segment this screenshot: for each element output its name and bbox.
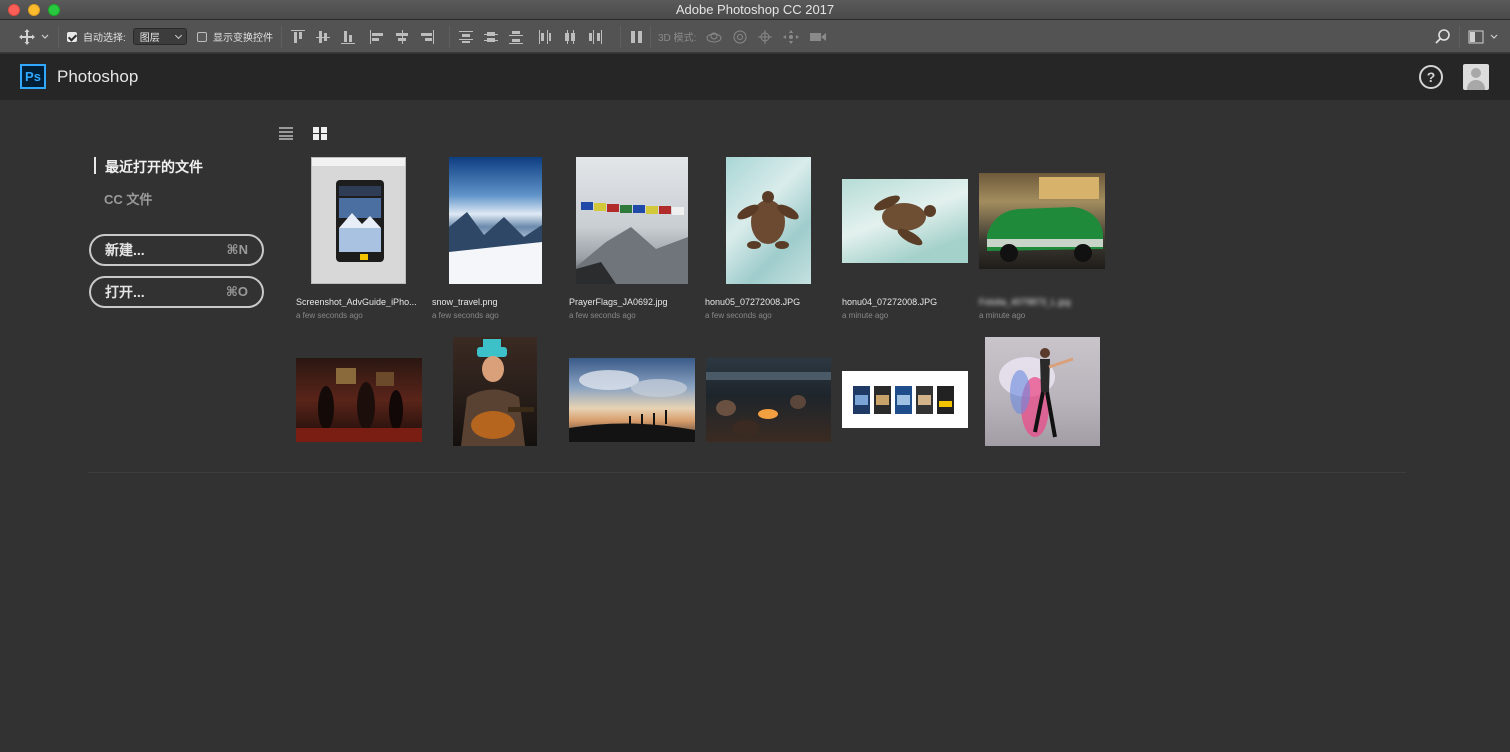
- search-icon[interactable]: [1434, 28, 1451, 45]
- auto-select-value: 图层: [139, 33, 160, 44]
- open-file-label: 打开...: [105, 284, 145, 300]
- chevron-down-icon[interactable]: [1489, 32, 1499, 42]
- recent-file-thumbnail[interactable]: [449, 157, 542, 284]
- recent-file-time: a few seconds ago: [705, 311, 772, 320]
- help-icon[interactable]: ?: [1419, 65, 1443, 89]
- chevron-down-icon: [41, 34, 49, 39]
- recent-file-name[interactable]: Fotolia_4079873_L.jpg: [979, 297, 1105, 307]
- recent-file-time: a few seconds ago: [432, 311, 499, 320]
- workspace-icon[interactable]: [1468, 30, 1484, 44]
- 3d-camera-icon[interactable]: [809, 31, 827, 43]
- list-view-icon[interactable]: [279, 127, 293, 140]
- move-tool-icon: [19, 28, 35, 45]
- recent-file-thumbnail[interactable]: [985, 337, 1100, 446]
- show-transform-label: 显示变换控件: [213, 33, 273, 44]
- recent-file-name[interactable]: honu05_07272008.JPG: [705, 297, 831, 307]
- align-vertical-center-icon[interactable]: [316, 30, 330, 44]
- auto-align-layers-icon[interactable]: [630, 30, 644, 44]
- auto-select-checkbox[interactable]: [67, 31, 77, 42]
- recent-file-name[interactable]: snow_travel.png: [432, 297, 558, 307]
- recent-file-thumbnail[interactable]: [569, 358, 695, 442]
- recent-file-time: a few seconds ago: [296, 311, 363, 320]
- align-left-icon[interactable]: [370, 29, 384, 44]
- photoshop-logo-icon: Ps: [20, 64, 46, 89]
- auto-select-dropdown[interactable]: 图层: [132, 28, 187, 45]
- 3d-pan-icon[interactable]: [757, 29, 773, 45]
- align-right-icon[interactable]: [420, 29, 434, 44]
- recent-file-thumbnail[interactable]: [979, 173, 1105, 269]
- recent-file-time: a minute ago: [842, 311, 889, 320]
- 3d-slide-icon[interactable]: [782, 29, 800, 45]
- options-bar: 自动选择: 图层 显示变换控件 3D 模式:: [0, 20, 1510, 53]
- align-bottom-icon[interactable]: [341, 30, 355, 44]
- recent-file-thumbnail[interactable]: [706, 358, 831, 442]
- recent-file-time: a minute ago: [979, 311, 1026, 320]
- grid-view-icon[interactable]: [313, 127, 327, 140]
- move-tool-preset[interactable]: [18, 20, 50, 53]
- distribute-left-icon[interactable]: [538, 29, 552, 44]
- recent-file-name[interactable]: PrayerFlags_JA0692.jpg: [569, 297, 695, 307]
- recent-file-thumbnail[interactable]: [842, 371, 968, 428]
- avatar[interactable]: [1463, 64, 1489, 90]
- align-top-icon[interactable]: [291, 29, 305, 44]
- distribute-bottom-icon[interactable]: [509, 30, 523, 44]
- 3d-roll-icon[interactable]: [732, 29, 748, 45]
- open-file-shortcut: ⌘O: [225, 284, 248, 299]
- auto-select-label: 自动选择:: [83, 33, 126, 44]
- new-file-shortcut: ⌘N: [226, 242, 248, 257]
- 3d-mode-label: 3D 模式:: [658, 33, 697, 44]
- sidebar-item-recent-files[interactable]: 最近打开的文件: [94, 157, 203, 175]
- distribute-top-icon[interactable]: [459, 30, 473, 44]
- new-file-label: 新建...: [105, 242, 145, 258]
- distribute-vertical-center-icon[interactable]: [484, 30, 498, 44]
- recent-file-thumbnail[interactable]: [453, 337, 537, 446]
- recent-file-time: a few seconds ago: [569, 311, 636, 320]
- new-file-button[interactable]: 新建... ⌘N: [89, 234, 264, 266]
- distribute-horizontal-center-icon[interactable]: [563, 29, 577, 44]
- recent-file-name[interactable]: Screenshot_AdvGuide_iPho...: [296, 297, 422, 307]
- recent-file-thumbnail[interactable]: [842, 179, 968, 263]
- recent-file-thumbnail[interactable]: [311, 157, 406, 284]
- open-file-button[interactable]: 打开... ⌘O: [89, 276, 264, 308]
- recent-file-thumbnail[interactable]: [726, 157, 811, 284]
- start-header: Ps Photoshop ?: [0, 54, 1510, 100]
- 3d-orbit-icon[interactable]: [705, 30, 723, 44]
- section-divider: [88, 472, 1406, 473]
- app-name: Photoshop: [57, 67, 139, 86]
- window-title: Adobe Photoshop CC 2017: [675, 2, 835, 17]
- recent-file-name[interactable]: honu04_07272008.JPG: [842, 297, 968, 307]
- show-transform-checkbox[interactable]: [197, 31, 207, 42]
- distribute-right-icon[interactable]: [588, 29, 602, 44]
- title-bar: Adobe Photoshop CC 2017: [0, 0, 1510, 20]
- recent-file-thumbnail[interactable]: [296, 358, 422, 442]
- recent-file-thumbnail[interactable]: [576, 157, 688, 284]
- sidebar-item-cc-files[interactable]: CC 文件: [104, 189, 152, 208]
- align-horizontal-center-icon[interactable]: [395, 29, 409, 44]
